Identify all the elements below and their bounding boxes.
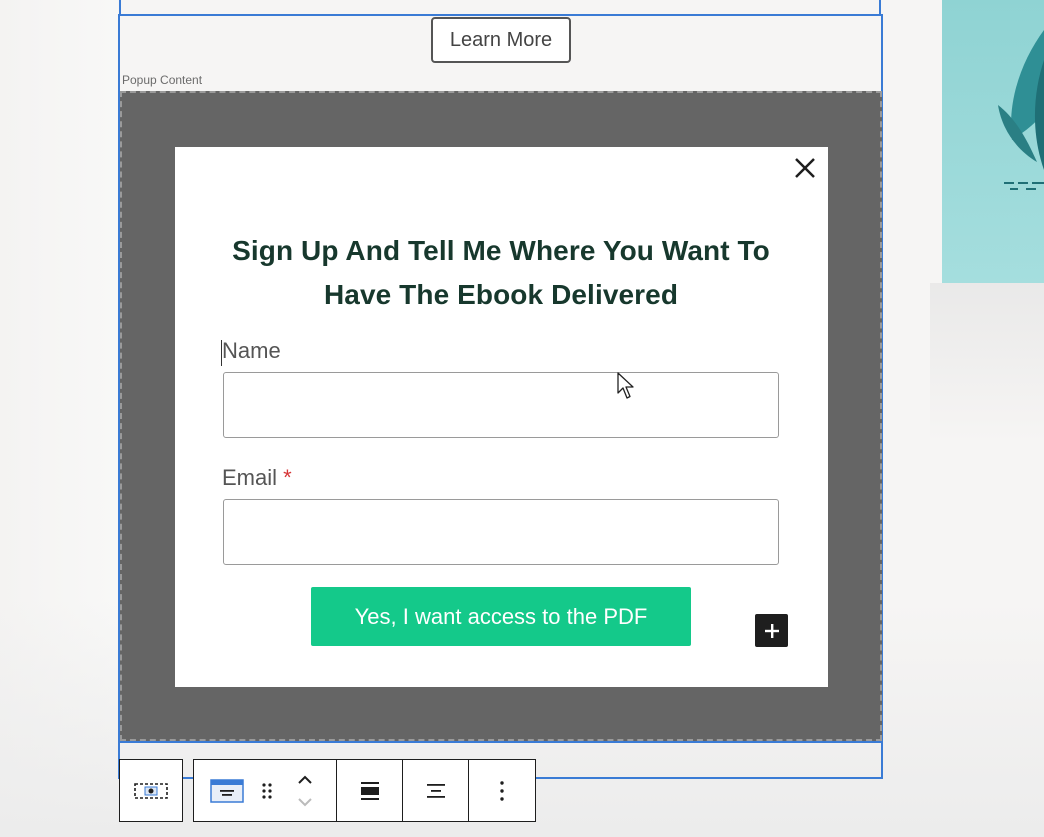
popup-area-bottom-border — [120, 741, 882, 743]
justify-icon — [426, 783, 445, 798]
block-parent-toolbar — [119, 759, 183, 822]
popup-heading-line-2: Have The Ebook Delivered — [323, 279, 679, 310]
chevron-up-icon — [298, 775, 312, 784]
drag-handle-icon — [262, 782, 272, 799]
mouse-pointer-icon — [617, 372, 634, 399]
submit-button[interactable]: Yes, I want access to the PDF — [311, 587, 691, 646]
required-marker: * — [283, 465, 292, 490]
add-block-button[interactable] — [755, 614, 788, 647]
move-up-button[interactable] — [297, 769, 313, 791]
ebook-cover-image — [942, 0, 1044, 283]
block-type-button[interactable] — [194, 760, 260, 821]
popup-block-icon — [134, 782, 168, 799]
name-input[interactable] — [223, 372, 779, 438]
email-label: Email * — [222, 465, 292, 491]
mover-controls — [274, 760, 336, 821]
ebook-shadow — [930, 283, 1044, 443]
email-label-text: Email — [222, 465, 278, 490]
close-icon — [795, 158, 815, 178]
popup-heading-line-1: Sign Up And Tell Me Where You Want To — [232, 235, 770, 266]
ebook-leaf-icon — [998, 30, 1044, 190]
name-label: Name — [222, 338, 281, 363]
popup-content-label: Popup Content — [122, 73, 203, 87]
chevron-down-icon — [298, 797, 312, 806]
block-toolbar — [193, 759, 536, 822]
email-input[interactable] — [223, 499, 779, 565]
learn-more-button[interactable]: Learn More — [431, 17, 571, 63]
justify-button[interactable] — [402, 760, 468, 821]
block-type-icon — [210, 778, 244, 803]
align-button[interactable] — [336, 760, 402, 821]
close-button[interactable] — [790, 153, 820, 183]
more-options-icon — [500, 780, 504, 801]
drag-handle[interactable] — [260, 760, 274, 821]
more-options-button[interactable] — [468, 760, 535, 821]
align-full-icon — [360, 781, 379, 800]
move-down-button[interactable] — [297, 791, 313, 813]
plus-icon — [764, 623, 779, 638]
popup-heading: Sign Up And Tell Me Where You Want To Ha… — [190, 229, 812, 317]
select-parent-button[interactable] — [120, 760, 182, 821]
